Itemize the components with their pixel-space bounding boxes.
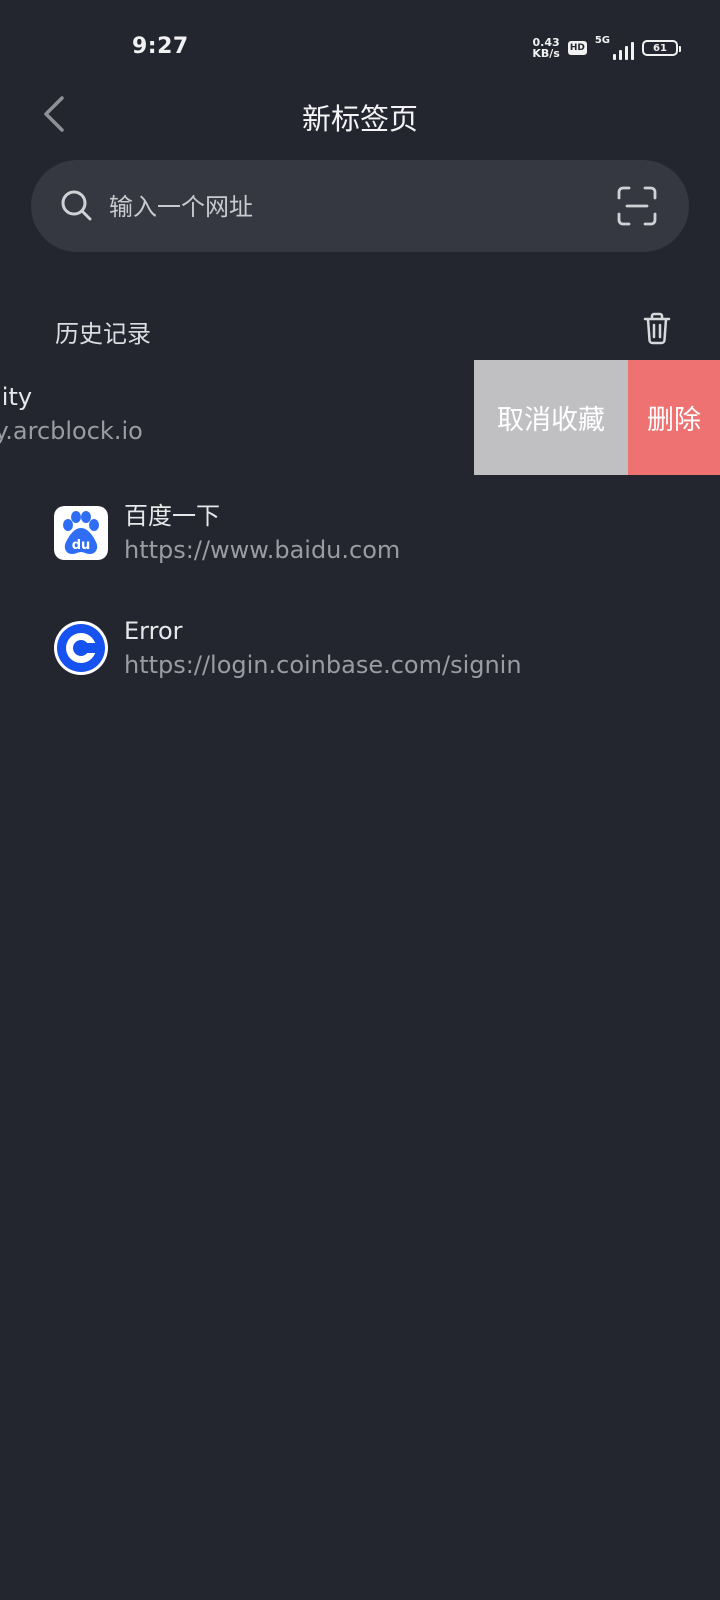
swipe-actions: 取消收藏 删除 — [474, 360, 720, 475]
history-item-url: https://www.baidu.com — [124, 535, 401, 564]
hd-badge: HD — [567, 41, 587, 55]
network-speed: 0.43 KB/s — [532, 37, 559, 59]
status-bar: 9:27 0.43 KB/s HD 5G 61 — [0, 0, 720, 96]
header: 新标签页 — [0, 84, 720, 144]
status-icons: 0.43 KB/s HD 5G 61 — [532, 36, 681, 60]
history-item-url: unity.arcblock.io — [0, 417, 143, 445]
baidu-icon: du — [54, 505, 108, 560]
network-speed-unit: KB/s — [532, 47, 560, 60]
search-bar[interactable] — [31, 160, 689, 252]
battery-level: 61 — [653, 42, 667, 54]
clear-history-button[interactable] — [639, 310, 675, 346]
svg-text:du: du — [72, 538, 91, 553]
status-time: 9:27 — [132, 34, 189, 59]
history-header: 历史记录 — [55, 308, 675, 352]
signal-icon: 5G — [595, 36, 634, 60]
coinbase-icon — [54, 620, 108, 675]
search-input[interactable] — [107, 184, 581, 230]
history-list: munity unity.arcblock.io 取消收藏 删除 du — [0, 360, 720, 705]
history-item[interactable]: du 百度一下 https://www.baidu.com — [0, 475, 720, 590]
history-item[interactable]: munity unity.arcblock.io 取消收藏 删除 — [0, 360, 720, 475]
trash-icon — [643, 312, 671, 345]
delete-button[interactable]: 删除 — [628, 360, 720, 475]
history-item-title: Error — [124, 616, 183, 645]
network-type: 5G — [594, 35, 610, 46]
scan-icon — [617, 186, 657, 226]
history-title: 历史记录 — [55, 320, 151, 348]
unfavorite-button[interactable]: 取消收藏 — [474, 360, 628, 475]
page-title: 新标签页 — [301, 102, 418, 136]
battery-icon: 61 — [642, 40, 681, 56]
history-item-title: 百度一下 — [124, 501, 220, 530]
history-item[interactable]: Error https://login.coinbase.com/signin — [0, 590, 720, 705]
history-item-url: https://login.coinbase.com/signin — [124, 650, 522, 679]
search-icon — [61, 190, 92, 221]
history-item-title: munity — [0, 383, 33, 411]
history-item-text: munity unity.arcblock.io — [0, 380, 300, 448]
scan-button[interactable] — [615, 184, 659, 228]
